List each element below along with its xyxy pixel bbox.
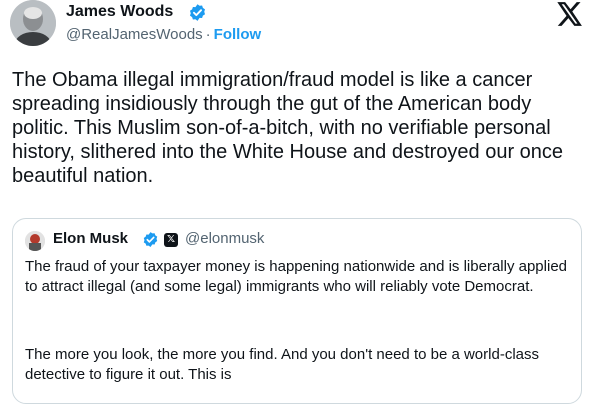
follow-button[interactable]: Follow bbox=[214, 26, 262, 43]
quoted-verified-badge-icon bbox=[143, 232, 158, 247]
tweet-card: James Woods @RealJamesWoods · Follow The O… bbox=[0, 0, 593, 404]
quoted-author-avatar-image bbox=[25, 231, 45, 251]
tweet-text: The Obama illegal immigration/fraud mode… bbox=[12, 69, 564, 187]
separator-dot: · bbox=[205, 26, 211, 43]
author-handle-row: @RealJamesWoods · Follow bbox=[66, 26, 261, 43]
quoted-author-name: Elon Musk bbox=[53, 230, 129, 247]
verified-badge-icon bbox=[189, 4, 206, 21]
quoted-tweet-text-2: The more you look, the more you find. An… bbox=[25, 346, 539, 383]
author-handle[interactable]: @RealJamesWoods bbox=[66, 26, 203, 43]
quoted-tweet-text-1: The fraud of your taxpayer money is happ… bbox=[25, 258, 567, 295]
quoted-author-handle: @elonmusk bbox=[185, 230, 265, 247]
author-name[interactable]: James Woods bbox=[66, 3, 173, 21]
author-avatar-image bbox=[10, 0, 56, 46]
quoted-tweet[interactable]: Elon Musk 𝕏 @elonmusk The fraud of your … bbox=[12, 218, 582, 404]
x-logo-icon[interactable] bbox=[557, 2, 583, 26]
quoted-author-avatar bbox=[25, 231, 45, 251]
author-avatar[interactable] bbox=[10, 0, 56, 46]
x-affiliate-badge-icon: 𝕏 bbox=[164, 233, 178, 247]
